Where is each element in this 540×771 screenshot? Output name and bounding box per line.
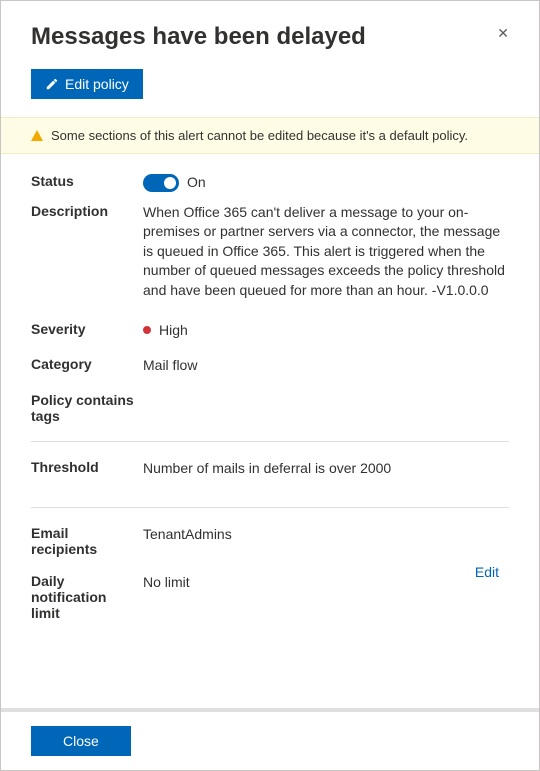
status-value: On [187, 173, 206, 193]
severity-dot-icon [143, 326, 151, 334]
category-value: Mail flow [143, 356, 509, 376]
description-label: Description [31, 203, 143, 219]
warning-icon [31, 130, 43, 141]
tags-label: Policy contains tags [31, 392, 143, 424]
severity-label: Severity [31, 321, 143, 337]
email-recipients-label: Email recipients [31, 525, 143, 557]
close-button[interactable]: Close [31, 726, 131, 756]
threshold-value: Number of mails in deferral is over 2000 [143, 459, 509, 479]
daily-limit-value: No limit [143, 573, 509, 593]
status-label: Status [31, 173, 143, 189]
edit-policy-button[interactable]: Edit policy [31, 69, 143, 99]
divider [31, 507, 509, 508]
pencil-icon [45, 77, 59, 91]
panel-title: Messages have been delayed [31, 23, 366, 51]
close-icon[interactable]: ✕ [493, 23, 513, 44]
edit-link[interactable]: Edit [475, 564, 499, 580]
severity-value: High [159, 321, 188, 341]
description-value: When Office 365 can't deliver a message … [143, 203, 509, 301]
email-recipients-value: TenantAdmins [143, 525, 509, 545]
edit-policy-label: Edit policy [65, 76, 129, 92]
divider [31, 441, 509, 442]
threshold-label: Threshold [31, 459, 143, 475]
category-label: Category [31, 356, 143, 372]
warning-banner: Some sections of this alert cannot be ed… [1, 117, 539, 154]
status-toggle[interactable] [143, 174, 179, 192]
warning-text: Some sections of this alert cannot be ed… [51, 128, 468, 143]
daily-limit-label: Daily notification limit [31, 573, 143, 621]
